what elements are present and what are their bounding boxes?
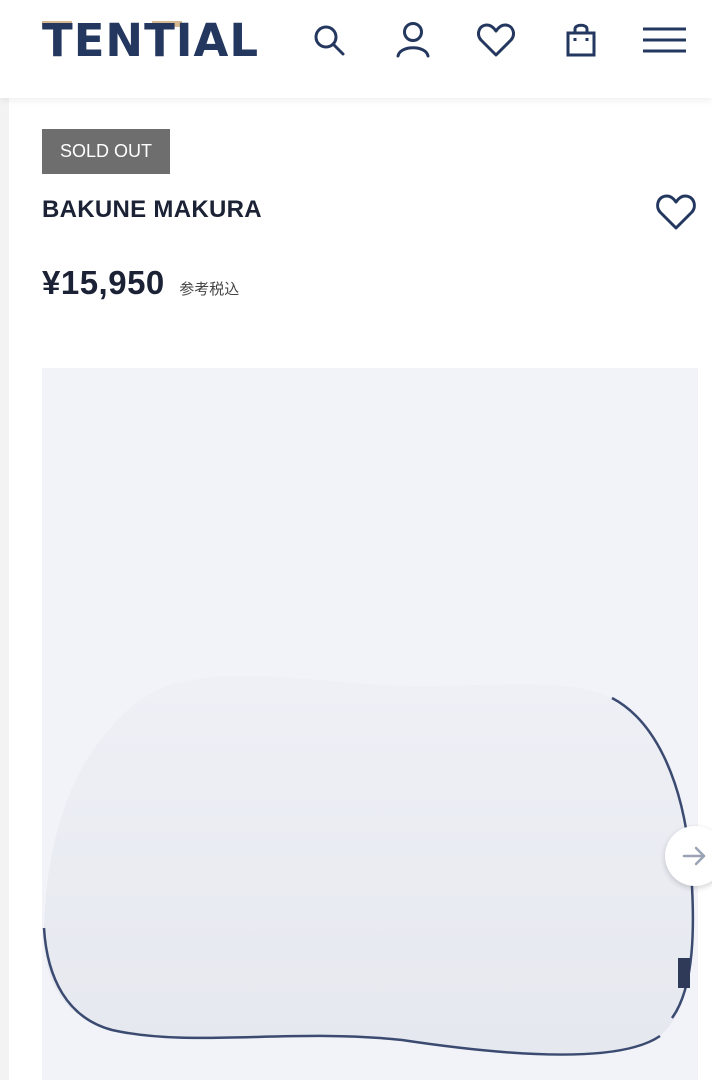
- sold-out-badge: SOLD OUT: [42, 129, 170, 174]
- search-icon[interactable]: [307, 18, 351, 62]
- pillow-product-image: [42, 368, 698, 1080]
- brand-logo[interactable]: TENTIAL: [42, 12, 264, 70]
- product-image-gallery[interactable]: [42, 368, 698, 1080]
- account-icon[interactable]: [391, 18, 435, 62]
- product-title: BAKUNE MAKURA: [42, 196, 262, 223]
- product-price: ¥15,950: [42, 264, 165, 301]
- brand-name: TENTIAL: [42, 14, 260, 67]
- menu-icon[interactable]: [642, 18, 686, 62]
- site-header: TENTIAL: [0, 0, 712, 98]
- arrow-right-icon: [682, 846, 706, 866]
- page-edge: [0, 0, 9, 1080]
- tax-note: 参考税込: [179, 281, 240, 298]
- favorite-heart-icon[interactable]: [654, 190, 698, 234]
- bag-icon[interactable]: [559, 18, 603, 62]
- heart-icon[interactable]: [474, 18, 518, 62]
- price-row: ¥15,950 参考税込: [42, 264, 239, 308]
